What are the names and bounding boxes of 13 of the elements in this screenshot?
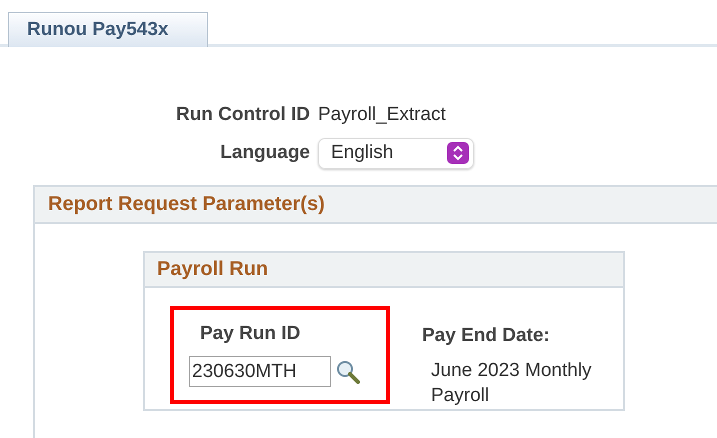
section-title: Report Request Parameter(s)	[48, 192, 325, 217]
pay-run-id-field[interactable]: 230630MTH	[189, 356, 331, 387]
field-value: June 2023 Monthly Payroll	[430, 359, 593, 408]
field-label: Language	[219, 140, 310, 165]
field-label: Run Control ID	[174, 103, 310, 127]
language-select[interactable]: English	[318, 138, 474, 168]
search-icon[interactable]	[335, 358, 361, 384]
group-title: Payroll Run	[157, 257, 268, 282]
field-label: Pay Run ID	[200, 322, 302, 346]
tab[interactable]: Runou Pay543x	[8, 12, 208, 47]
field-value: Payroll_Extract	[318, 103, 447, 127]
dropdown-icon	[447, 142, 469, 164]
field-label: Pay End Date:	[422, 324, 551, 348]
